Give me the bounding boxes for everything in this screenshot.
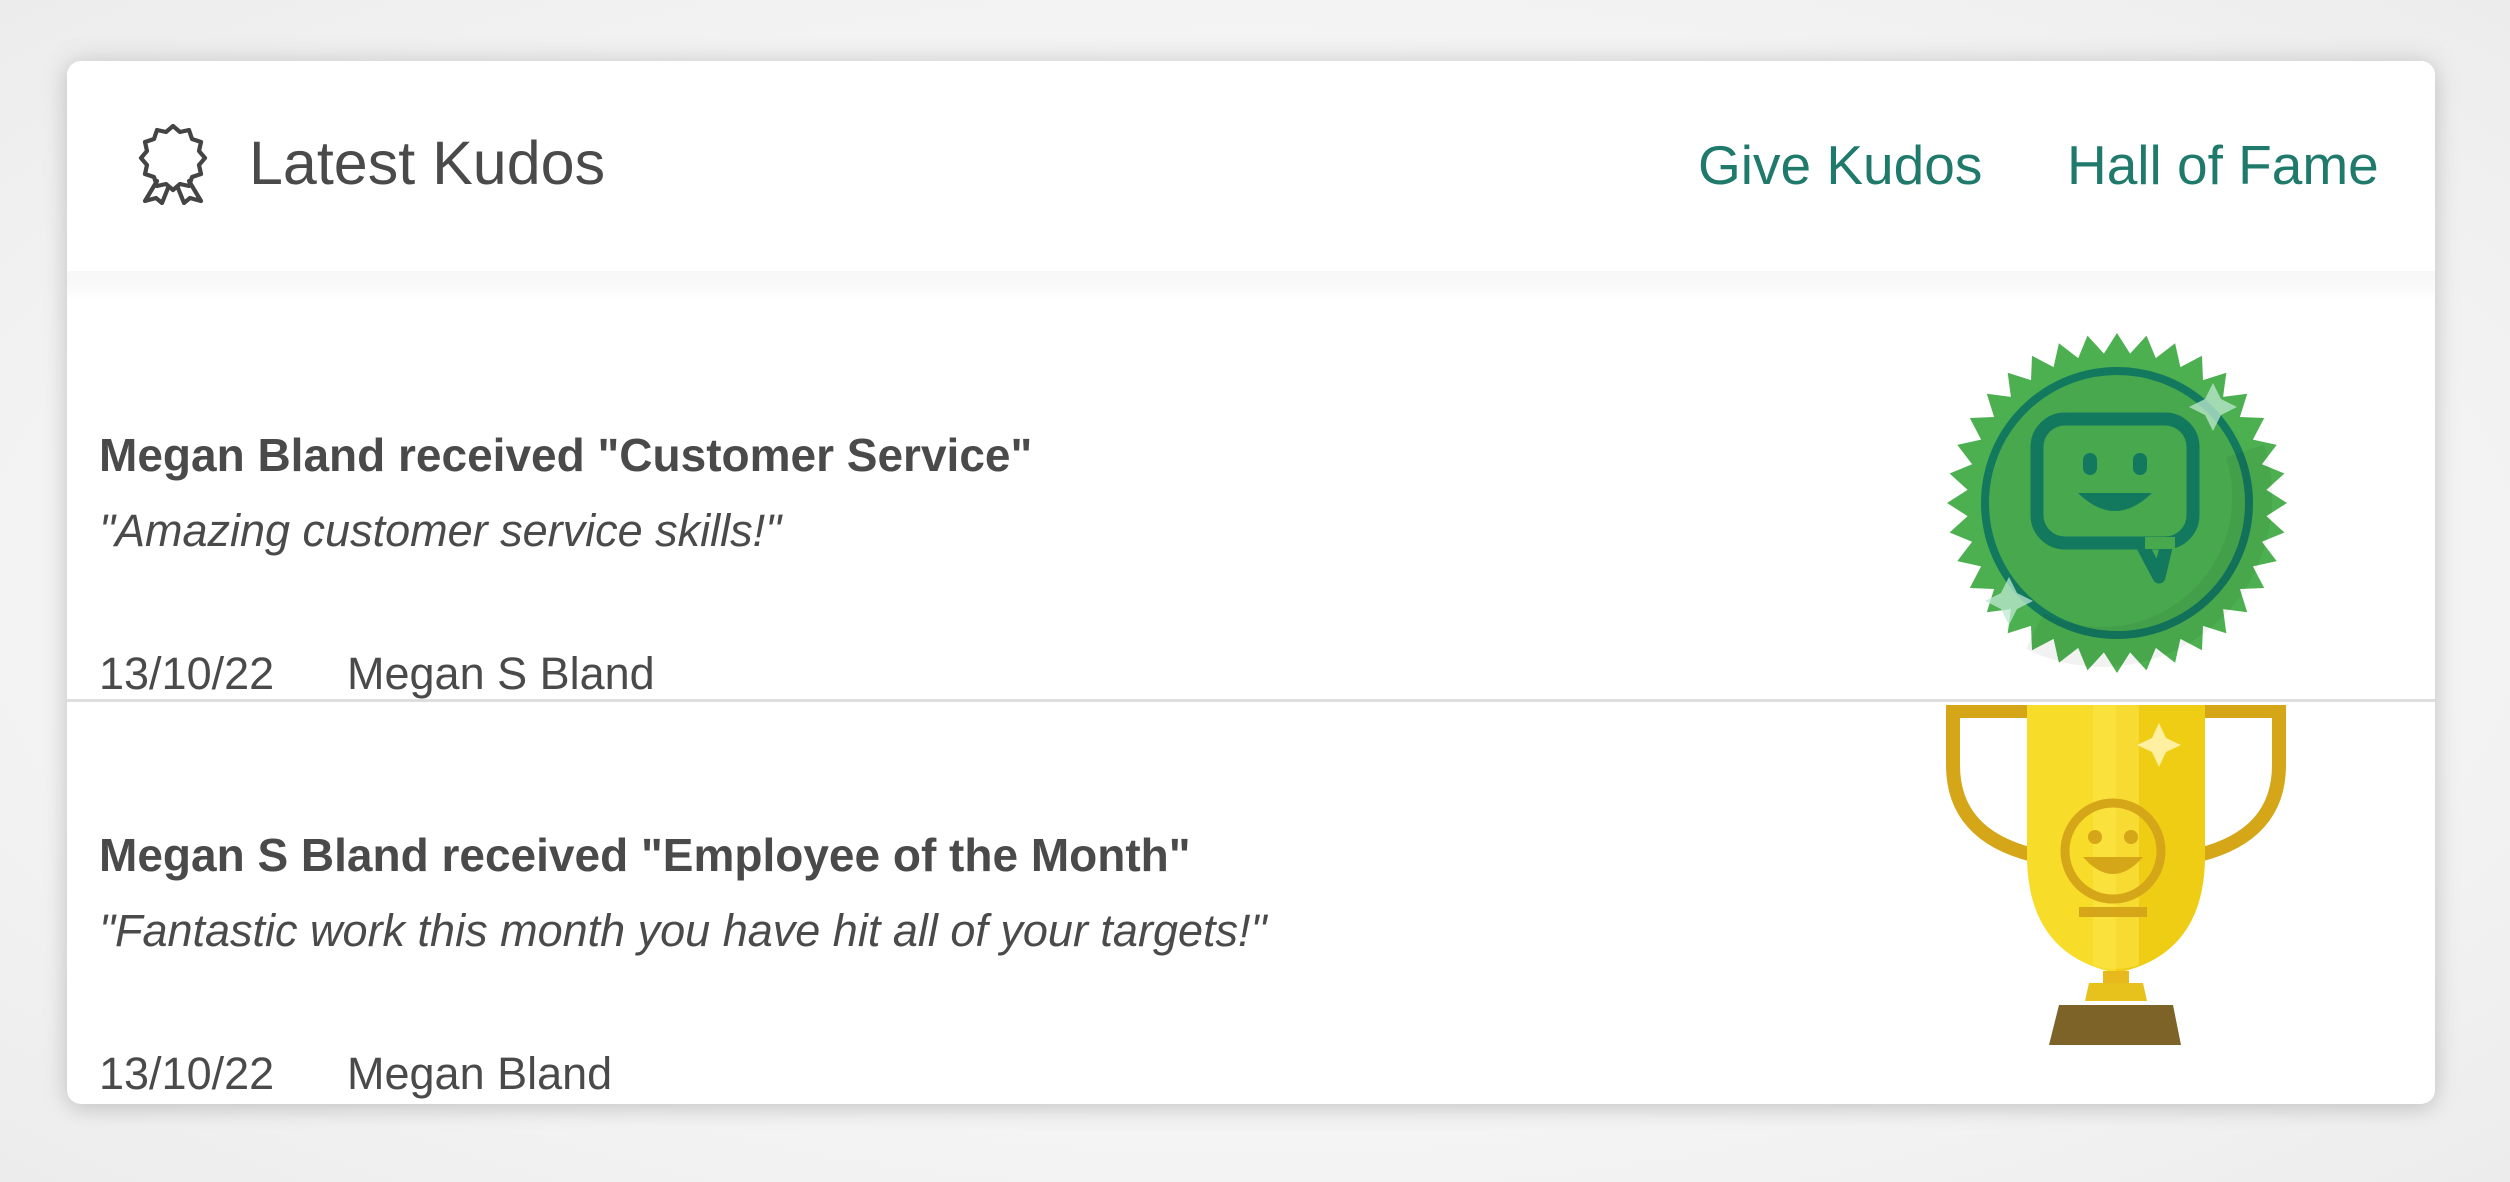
kudos-item-giver: Megan Bland xyxy=(347,1048,613,1099)
award-ribbon-icon xyxy=(138,123,208,205)
kudos-item-quote: "Amazing customer service skills!" xyxy=(99,505,782,556)
give-kudos-link[interactable]: Give Kudos xyxy=(1698,125,1982,205)
header-separator xyxy=(67,271,2435,301)
kudos-item-title: Megan S Bland received "Employee of the … xyxy=(99,829,1191,881)
kudos-item-giver: Megan S Bland xyxy=(347,648,655,699)
kudos-item-date: 13/10/22 xyxy=(99,648,275,699)
kudos-card: Latest Kudos Give Kudos Hall of Fame Meg… xyxy=(67,61,2435,1104)
kudos-item-title: Megan Bland received "Customer Service" xyxy=(99,429,1033,481)
kudos-item: Megan Bland received "Customer Service" … xyxy=(67,301,2435,701)
kudos-item-quote: "Fantastic work this month you have hit … xyxy=(99,905,1267,956)
kudos-item: Megan S Bland received "Employee of the … xyxy=(67,703,2435,1103)
customer-service-badge-icon xyxy=(1947,333,2287,673)
hall-of-fame-link[interactable]: Hall of Fame xyxy=(2067,125,2379,205)
kudos-header: Latest Kudos Give Kudos Hall of Fame xyxy=(67,61,2435,281)
kudos-item-date: 13/10/22 xyxy=(99,1048,275,1099)
widget-title: Latest Kudos xyxy=(249,129,606,197)
item-divider xyxy=(67,699,2435,702)
trophy-icon xyxy=(1946,705,2286,1045)
